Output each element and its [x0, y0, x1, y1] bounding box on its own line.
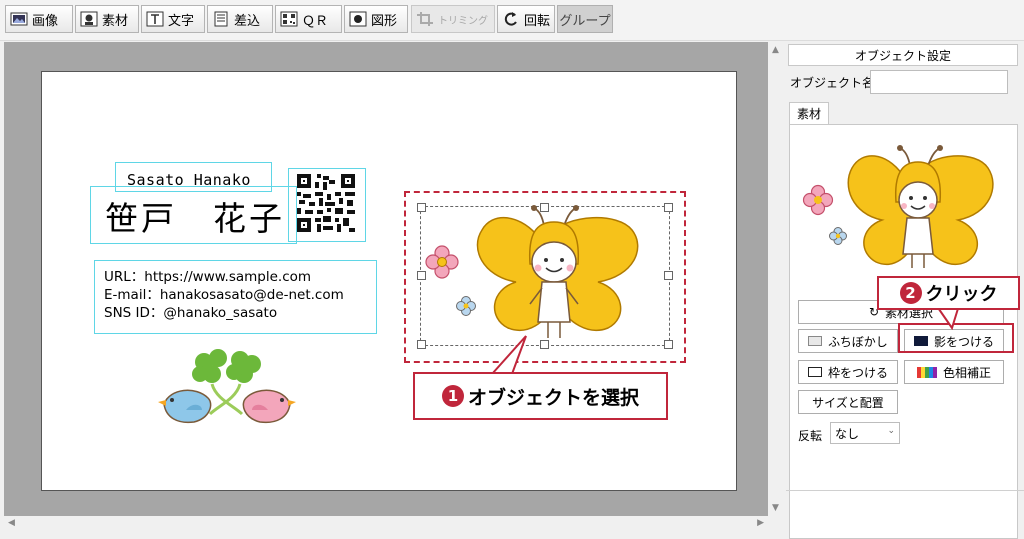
contact-sns: SNS ID：@hanako_sasato — [104, 305, 278, 321]
callout-1-pointer — [490, 335, 527, 375]
flip-label: 反転 — [798, 429, 823, 443]
birds-clover-illustration — [158, 349, 296, 424]
blue-flower — [456, 296, 476, 316]
business-card[interactable]: Sasato Hanako 笹戸 花子 URL：https://www.samp… — [41, 71, 737, 491]
name-kanji: 笹戸 花子 — [105, 199, 285, 238]
chevron-down-icon: ⌄ — [887, 426, 895, 436]
vertical-scrollbar[interactable]: ▲ ▼ — [768, 42, 784, 516]
rotate-button-label: 回転 — [524, 13, 551, 29]
toolbar: 画像 素材 文字 差込 ＱＲ 図形 トリミング 回転 グループ — [0, 0, 1024, 41]
trim-button-label: トリミング — [438, 15, 488, 27]
material-button-label: 素材 — [102, 13, 129, 29]
image-icon — [10, 12, 28, 26]
hue-correct-label: 色相補正 — [942, 365, 991, 380]
shape-icon — [349, 11, 367, 27]
insert-icon — [214, 11, 228, 27]
trim-icon — [417, 12, 433, 26]
scroll-up-icon[interactable]: ▲ — [772, 45, 779, 55]
contact-url: URL：https://www.sample.com — [104, 269, 312, 285]
text-button-label: 文字 — [168, 13, 195, 29]
object-name-input[interactable] — [870, 70, 1008, 94]
butterfly-girl-illustration — [425, 205, 639, 338]
scroll-left-icon[interactable]: ◀ — [8, 518, 15, 528]
callout-1-text: オブジェクトを選択 — [467, 386, 639, 409]
shape-button-label: 図形 — [371, 13, 398, 29]
text-icon — [146, 11, 164, 27]
flip-select-value: なし — [835, 426, 860, 441]
material-preview — [796, 126, 1004, 296]
group-button-label: グループ — [559, 13, 611, 29]
add-frame-button[interactable]: 枠をつける — [798, 360, 898, 384]
object-name-label: オブジェクト名 — [790, 76, 875, 90]
text-button[interactable]: 文字 — [141, 5, 205, 33]
insert-button-label: 差込 — [234, 13, 261, 29]
insert-button[interactable]: 差込 — [207, 5, 273, 33]
step-2-number: 2 — [899, 282, 922, 304]
scroll-right-icon[interactable]: ▶ — [757, 518, 764, 528]
scroll-down-icon[interactable]: ▼ — [772, 503, 779, 513]
border-blur-button[interactable]: ふちぼかし — [798, 329, 898, 353]
size-position-label: サイズと配置 — [812, 395, 884, 410]
qr-button[interactable]: ＱＲ — [275, 5, 342, 33]
frame-icon — [807, 367, 822, 377]
panel-divider — [786, 490, 1024, 491]
contact-text: URL：https://www.sample.com E-mail：hanako… — [104, 268, 344, 322]
hue-correct-button[interactable]: 色相補正 — [904, 360, 1004, 384]
horizontal-scrollbar[interactable]: ◀ ▶ — [4, 516, 768, 533]
add-frame-label: 枠をつける — [827, 365, 888, 380]
contact-email: E-mail：hanakosasato@de-net.com — [104, 287, 344, 303]
step-1-number: 1 — [441, 385, 464, 407]
shape-button[interactable]: 図形 — [344, 5, 408, 33]
rotate-button[interactable]: 回転 — [497, 5, 555, 33]
qr-code — [297, 174, 355, 232]
callout-click: 2 クリック — [877, 276, 1020, 310]
pink-flower — [425, 245, 459, 279]
butterfly-preview-image — [802, 145, 994, 268]
border-blur-label: ふちぼかし — [828, 334, 888, 349]
qr-icon — [280, 11, 298, 27]
group-button[interactable]: グループ — [557, 5, 613, 33]
panel-header: オブジェクト設定 — [788, 44, 1018, 66]
material-button[interactable]: 素材 — [75, 5, 139, 33]
border-blur-icon — [808, 336, 823, 346]
callout-select-object: 1 オブジェクトを選択 — [413, 372, 668, 420]
tab-material[interactable]: 素材 — [789, 102, 829, 124]
material-icon — [80, 11, 98, 27]
image-button[interactable]: 画像 — [5, 5, 73, 33]
trim-button[interactable]: トリミング — [411, 5, 495, 33]
rotate-icon — [504, 12, 517, 26]
callout-2-text: クリック — [925, 284, 998, 305]
qr-button-label: ＱＲ — [302, 13, 329, 29]
color-bars-icon — [916, 366, 937, 378]
flip-select[interactable]: なし ⌄ — [830, 422, 900, 444]
image-button-label: 画像 — [32, 13, 59, 29]
size-position-button[interactable]: サイズと配置 — [798, 390, 898, 414]
